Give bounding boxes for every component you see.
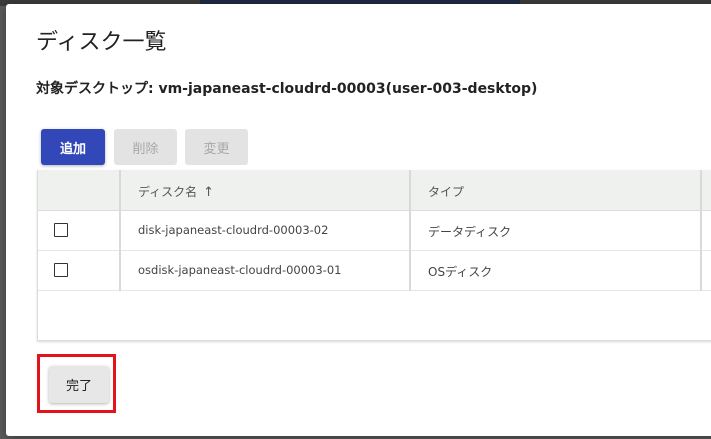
done-button[interactable]: 完了	[49, 366, 109, 403]
disk-name-cell: disk-japaneast-cloudrd-00003-02	[138, 223, 329, 237]
add-button[interactable]: 追加	[41, 129, 105, 165]
disk-type-cell: データディスク	[428, 225, 512, 239]
disk-type-cell: OSディスク	[428, 265, 493, 279]
table-row[interactable]: osdisk-japaneast-cloudrd-00003-01 OSディスク	[38, 251, 711, 291]
target-desktop-label: 対象デスクトップ: vm-japaneast-cloudrd-00003(use…	[36, 81, 538, 97]
row-checkbox[interactable]	[54, 263, 68, 277]
column-header-type[interactable]: タイプ	[428, 183, 464, 200]
column-header-disk-name-label: ディスク名	[138, 185, 198, 199]
disk-list-dialog: ディスク一覧 対象デスクトップ: vm-japaneast-cloudrd-00…	[6, 4, 711, 436]
delete-button[interactable]: 削除	[114, 129, 177, 165]
disk-table: ディスク名 ↑ タイプ disk-japaneast-cloudrd-00003-…	[37, 170, 711, 341]
disk-name-cell: osdisk-japaneast-cloudrd-00003-01	[138, 263, 342, 277]
column-divider	[409, 170, 411, 291]
dialog-title: ディスク一覧	[36, 30, 167, 55]
column-header-disk-name[interactable]: ディスク名 ↑	[138, 183, 214, 200]
row-checkbox[interactable]	[54, 223, 68, 237]
table-header: ディスク名 ↑ タイプ	[38, 170, 711, 211]
change-button[interactable]: 変更	[185, 129, 248, 165]
table-row[interactable]: disk-japaneast-cloudrd-00003-02 データディスク	[38, 211, 711, 251]
column-divider	[119, 170, 121, 291]
sort-ascending-icon: ↑	[203, 185, 215, 200]
column-divider	[700, 170, 702, 291]
